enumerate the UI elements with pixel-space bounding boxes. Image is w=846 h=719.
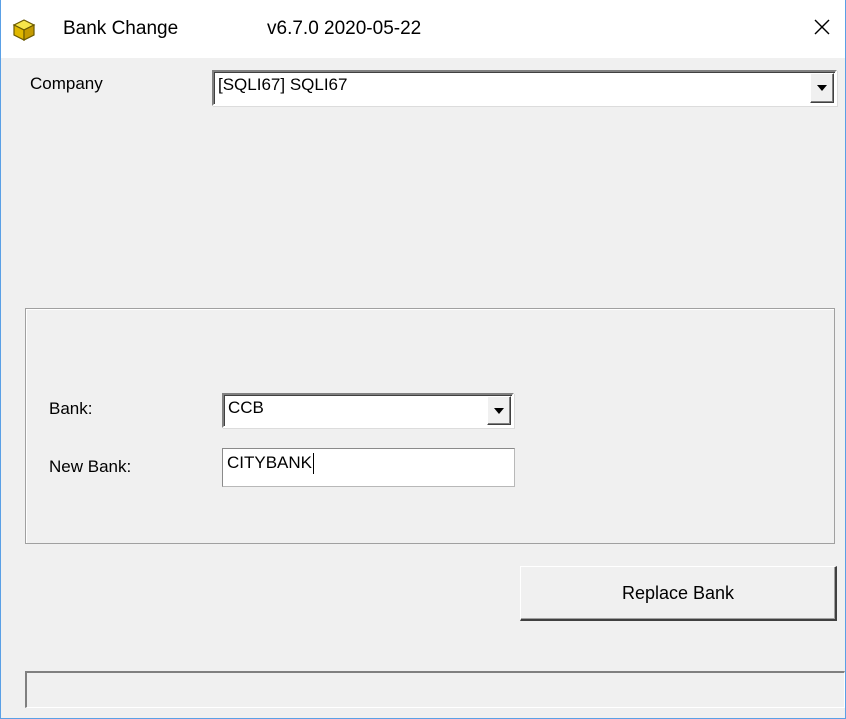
company-selected-value: [SQLI67] SQLI67	[218, 75, 348, 94]
new-bank-input[interactable]: CITYBANK	[222, 448, 515, 487]
bank-change-window: Bank Change v6.7.0 2020-05-22 Company [S…	[0, 0, 846, 719]
company-select[interactable]: [SQLI67] SQLI67	[212, 70, 837, 106]
bank-select[interactable]: CCB	[222, 393, 514, 428]
close-button[interactable]	[799, 0, 845, 58]
new-bank-text: CITYBANK	[227, 453, 313, 472]
chevron-down-icon	[816, 79, 828, 97]
new-bank-label: New Bank:	[49, 457, 132, 476]
chevron-down-icon	[493, 402, 505, 420]
status-bar	[25, 671, 845, 708]
bank-dropdown-button[interactable]	[487, 396, 511, 425]
bank-selected-value: CCB	[228, 398, 264, 417]
company-dropdown-button[interactable]	[810, 73, 834, 103]
new-bank-value: CITYBANK	[227, 453, 315, 474]
title-bar[interactable]: Bank Change v6.7.0 2020-05-22	[1, 0, 845, 58]
replace-bank-button[interactable]: Replace Bank	[520, 566, 837, 621]
bank-label: Bank:	[49, 399, 93, 418]
close-icon	[813, 18, 831, 41]
text-caret	[313, 453, 315, 474]
version-label: v6.7.0 2020-05-22	[267, 18, 422, 39]
company-label: Company	[30, 74, 103, 93]
yellow-cube-icon	[12, 18, 36, 42]
window-title: Bank Change	[63, 18, 179, 39]
